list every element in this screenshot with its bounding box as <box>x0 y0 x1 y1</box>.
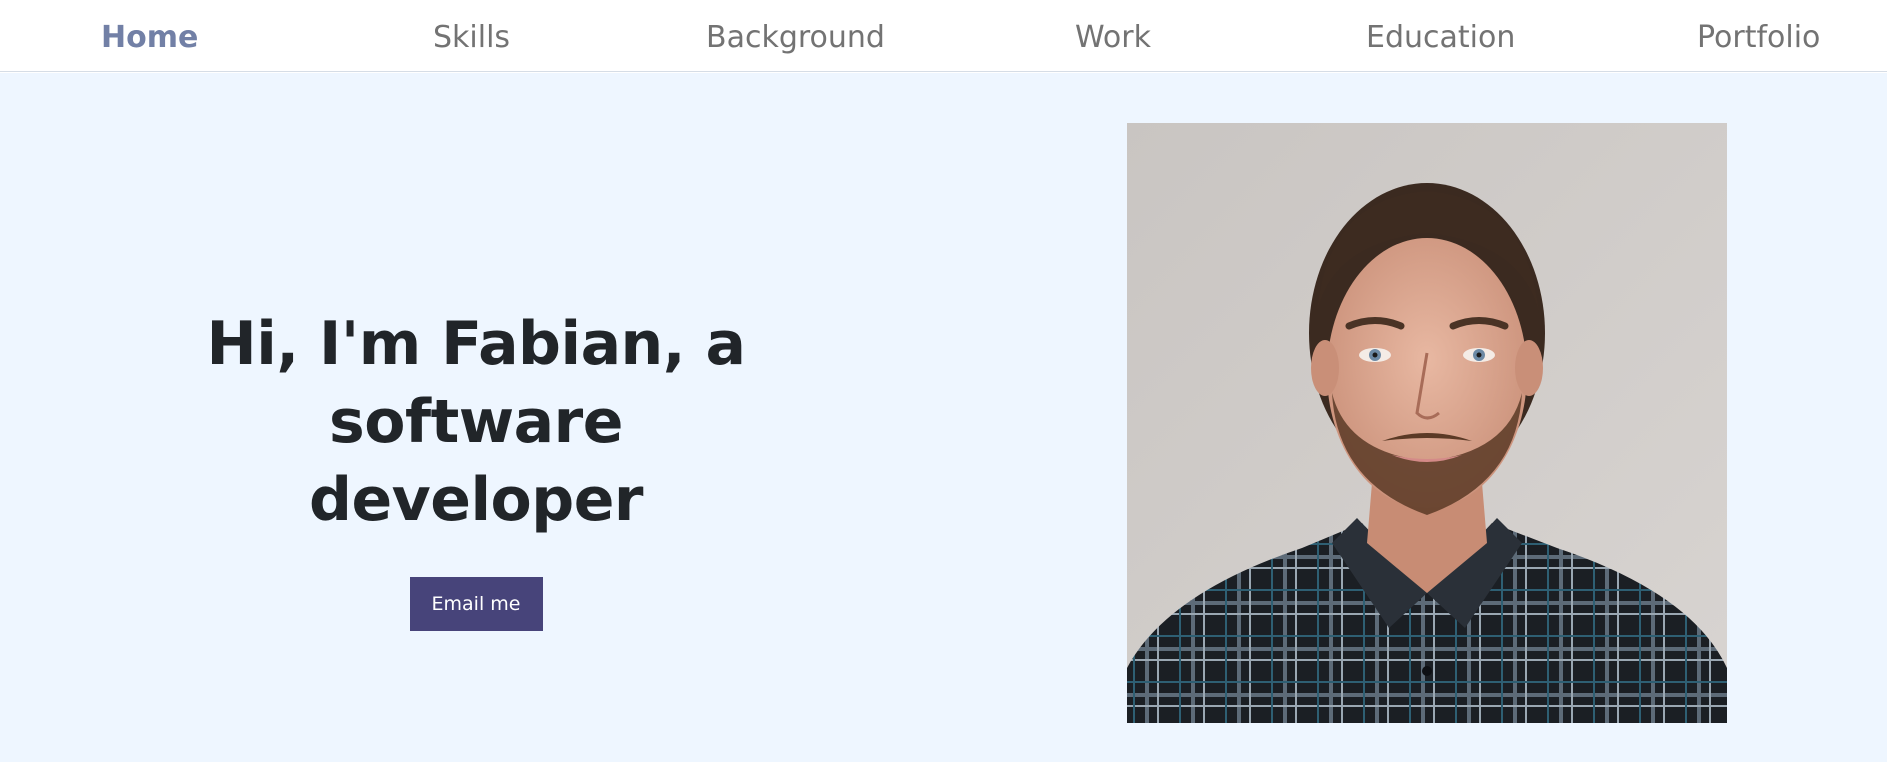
hero-section: Hi, I'm Fabian, a software developer Ema… <box>0 73 1887 763</box>
nav-item-skills[interactable]: Skills <box>433 0 510 72</box>
headline-line-2: developer <box>309 465 643 535</box>
nav-item-portfolio[interactable]: Portfolio <box>1697 0 1820 72</box>
nav-item-background[interactable]: Background <box>706 0 885 72</box>
email-me-button[interactable]: Email me <box>409 577 543 631</box>
hero-headline: Hi, I'm Fabian, a software developer <box>90 305 862 539</box>
hero-intro: Hi, I'm Fabian, a software developer Ema… <box>90 305 862 631</box>
nav-item-work[interactable]: Work <box>1075 0 1151 72</box>
profile-photo <box>1127 123 1727 723</box>
nav-item-home[interactable]: Home <box>101 0 198 72</box>
nav-item-education[interactable]: Education <box>1366 0 1515 72</box>
headline-line-1: Hi, I'm Fabian, a software <box>206 309 746 457</box>
top-navigation: Home Skills Background Work Education Po… <box>0 0 1887 72</box>
